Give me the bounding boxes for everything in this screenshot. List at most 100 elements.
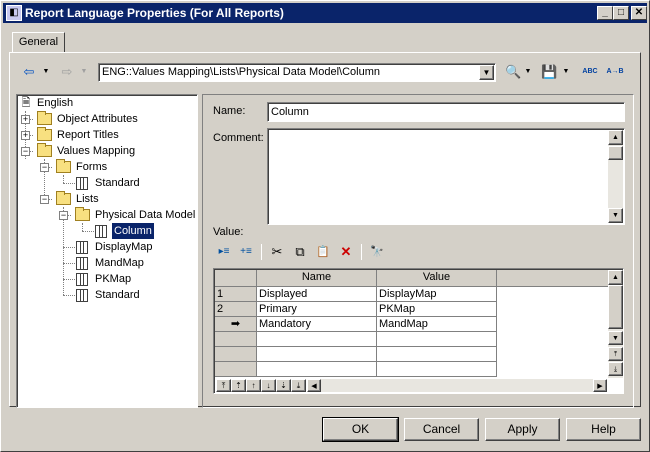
app-icon: ◧: [6, 5, 22, 21]
tree-connector: [82, 231, 94, 232]
spell-check-icon[interactable]: ABC: [579, 63, 601, 83]
scroll-left-icon[interactable]: ◀: [307, 379, 321, 392]
table-cell[interactable]: Primary: [257, 302, 377, 317]
scroll-thumb[interactable]: [608, 285, 623, 329]
table-cell[interactable]: PKMap: [377, 302, 497, 317]
move-page-down-icon[interactable]: ⇣: [276, 379, 291, 392]
minimize-button[interactable]: _: [597, 6, 613, 20]
report-language-icon: 🗎: [21, 97, 31, 109]
folder-icon: [56, 191, 71, 205]
title-bar[interactable]: ◧ Report Language Properties (For All Re…: [3, 3, 647, 23]
move-up-icon[interactable]: ↑: [246, 379, 261, 392]
cut-icon[interactable]: ✂: [268, 244, 286, 260]
tree-view[interactable]: 🗎 English + Object Attributes + Report T…: [16, 94, 198, 408]
values-grid[interactable]: Name Value 1 Displayed DisplayMap 2 Prim…: [213, 268, 624, 394]
scroll-up-icon[interactable]: ▲: [608, 130, 623, 145]
row-marker[interactable]: 2: [215, 302, 257, 317]
row-marker[interactable]: [215, 347, 257, 362]
column-header-value[interactable]: Value: [377, 270, 497, 287]
table-icon: [95, 225, 107, 238]
comment-field[interactable]: ▲ ▼: [267, 128, 625, 225]
table-cell[interactable]: Mandatory: [257, 317, 377, 332]
value-label: Value:: [213, 226, 244, 238]
scroll-down-icon[interactable]: ▼: [608, 331, 623, 345]
back-dropdown-icon[interactable]: ▼: [41, 63, 51, 83]
forward-dropdown-icon: ▼: [80, 68, 88, 75]
name-label: Name:: [213, 105, 246, 117]
path-combobox[interactable]: ENG::Values Mapping\Lists\Physical Data …: [98, 63, 496, 82]
table-cell[interactable]: [377, 332, 497, 347]
table-cell[interactable]: [257, 347, 377, 362]
close-button[interactable]: ✕: [631, 6, 647, 20]
find-icon[interactable]: 🔭: [368, 244, 386, 260]
grid-horizontal-scrollbar[interactable]: ◀ ▶: [307, 379, 607, 392]
folder-icon: [37, 143, 52, 157]
collapse-icon[interactable]: −: [59, 211, 68, 220]
search-dropdown-icon[interactable]: ▼: [523, 63, 533, 83]
move-down-icon[interactable]: ↓: [261, 379, 276, 392]
move-to-bottom-icon[interactable]: ⤓: [291, 379, 306, 392]
scroll-bottom-icon[interactable]: ⤓: [608, 362, 623, 376]
table-icon: [76, 273, 88, 286]
chevron-down-icon[interactable]: ▼: [479, 65, 494, 80]
tab-general[interactable]: General: [12, 32, 65, 53]
toolbar-separator: [361, 244, 362, 260]
collapse-icon[interactable]: −: [21, 147, 30, 156]
copy-icon[interactable]: ⧉: [291, 244, 309, 260]
table-icon: [76, 289, 88, 302]
toolbar-separator: [261, 244, 262, 260]
back-icon[interactable]: ⇦: [21, 63, 37, 83]
scroll-top-icon[interactable]: ⤒: [608, 347, 623, 361]
help-button[interactable]: Help: [566, 418, 641, 441]
table-cell[interactable]: DisplayMap: [377, 287, 497, 302]
ok-button[interactable]: OK: [322, 417, 399, 442]
row-marker[interactable]: [215, 332, 257, 347]
maximize-button[interactable]: □: [613, 6, 629, 20]
insert-row-icon[interactable]: ▸≡: [214, 244, 234, 260]
grid-vertical-scrollbar[interactable]: ▲ ▼ ⤒ ⤓: [608, 270, 623, 378]
tree-connector: [82, 223, 83, 231]
apply-button[interactable]: Apply: [485, 418, 560, 441]
tree-connector: [63, 207, 64, 295]
collapse-icon[interactable]: −: [40, 195, 49, 204]
expand-icon[interactable]: +: [21, 131, 30, 140]
table-cell[interactable]: Displayed: [257, 287, 377, 302]
folder-icon: [75, 207, 90, 221]
column-header-empty: [497, 270, 608, 287]
comment-scrollbar[interactable]: ▲ ▼: [608, 130, 623, 223]
search-icon[interactable]: 🔍: [505, 63, 521, 83]
tree-connector: [63, 295, 75, 296]
collapse-icon[interactable]: −: [40, 163, 49, 172]
scroll-up-icon[interactable]: ▲: [608, 270, 623, 285]
translate-icon[interactable]: A→B: [604, 63, 626, 83]
delete-icon[interactable]: ✕: [337, 244, 355, 260]
forward-icon: ⇨: [61, 64, 73, 79]
save-icon[interactable]: 💾: [541, 63, 557, 83]
move-page-up-icon[interactable]: ⇡: [231, 379, 246, 392]
table-cell[interactable]: [377, 362, 497, 377]
row-marker[interactable]: 1: [215, 287, 257, 302]
paste-icon[interactable]: 📋: [314, 244, 332, 260]
cancel-button[interactable]: Cancel: [404, 418, 479, 441]
window-title: Report Language Properties (For All Repo…: [25, 6, 284, 20]
table-cell[interactable]: [377, 347, 497, 362]
tree-connector: [63, 247, 75, 248]
scroll-right-icon[interactable]: ▶: [593, 379, 607, 392]
table-cell[interactable]: [257, 362, 377, 377]
move-to-top-icon[interactable]: ⤒: [216, 379, 231, 392]
scroll-thumb[interactable]: [608, 146, 623, 160]
current-row-arrow-icon[interactable]: ➡: [215, 317, 257, 332]
name-field[interactable]: Column: [267, 102, 625, 122]
expand-icon[interactable]: +: [21, 115, 30, 124]
column-header-name[interactable]: Name: [257, 270, 377, 287]
scroll-down-icon[interactable]: ▼: [608, 208, 623, 223]
dialog-window: ◧ Report Language Properties (For All Re…: [0, 0, 650, 452]
folder-icon: [37, 127, 52, 141]
save-dropdown-icon[interactable]: ▼: [561, 63, 571, 83]
table-cell[interactable]: [257, 332, 377, 347]
row-marker[interactable]: [215, 362, 257, 377]
table-cell[interactable]: MandMap: [377, 317, 497, 332]
add-row-icon[interactable]: +≡: [236, 244, 256, 260]
tree-connector: [63, 263, 75, 264]
tree-connector: [63, 183, 75, 184]
